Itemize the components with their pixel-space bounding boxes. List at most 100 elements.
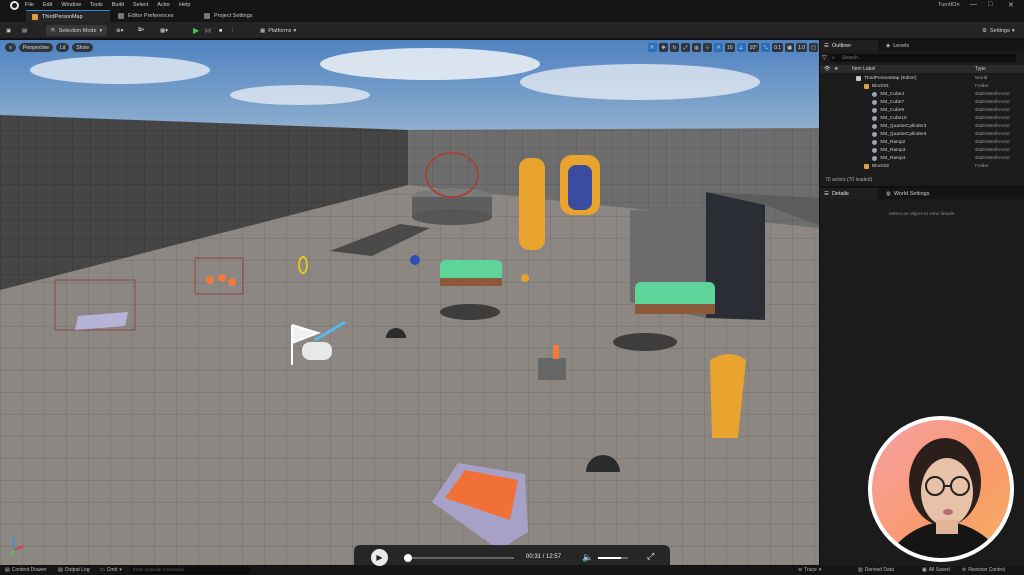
platforms-dropdown[interactable]: ▦ Platforms ▾ (260, 25, 296, 36)
fullscreen-icon[interactable]: ⤢ (647, 551, 654, 562)
tab-details[interactable]: ☰ Details (820, 188, 878, 199)
outliner-row[interactable]: SM_Cube7 StaticMeshActor (820, 98, 1024, 106)
outliner-row[interactable]: SM_Cube10 StaticMeshActor (820, 114, 1024, 122)
viewport-toolbar-left: ≡ Perspective Lit Show (5, 43, 93, 52)
outliner-row[interactable]: SM_Ramp4 StaticMeshActor (820, 154, 1024, 162)
output-log-button[interactable]: ▤ Output Log (58, 567, 89, 573)
item-label-column[interactable]: Item Label (852, 66, 875, 72)
cinematics-icon[interactable]: ▦▾ (160, 25, 168, 36)
outliner-row-label: SM_Ramp2 (872, 139, 905, 145)
menu-help[interactable]: Help (179, 2, 190, 8)
outliner-row[interactable]: SM_QuarterCylinder6 StaticMeshActor (820, 130, 1024, 138)
select-tool-icon[interactable]: ⇱ (648, 43, 657, 52)
tab-world-settings[interactable]: ◍ World Settings (882, 188, 952, 199)
volume-slider[interactable] (598, 557, 628, 559)
tab-label: ThirdPersonMap (42, 13, 83, 20)
maximize-viewport-icon[interactable]: ▢ (809, 43, 819, 52)
scrub-handle[interactable] (404, 554, 413, 562)
volume-icon[interactable]: 🔈 (582, 552, 593, 563)
menu-edit[interactable]: Edit (43, 2, 52, 8)
outliner-icon: ☰ (824, 42, 829, 49)
translate-tool-icon[interactable]: ✥ (659, 43, 668, 52)
video-play-button[interactable]: ▶ (371, 549, 388, 566)
tab-thirdpersonmap[interactable]: ThirdPersonMap (26, 10, 110, 22)
terminal-icon: ▭ (100, 567, 105, 573)
tab-editor-preferences[interactable]: Editor Preferences (112, 10, 196, 22)
mesh-icon (872, 115, 877, 121)
project-name: TurnItOn (938, 2, 960, 8)
filter-icon[interactable]: ▽ (822, 54, 827, 61)
menu-tools[interactable]: Tools (90, 2, 103, 8)
outliner-row[interactable]: Block02 Folder (820, 162, 1024, 170)
selection-mode-dropdown[interactable]: ⇱ Selection Mode ▾ (46, 25, 108, 36)
camera-speed-value[interactable]: 1.0 (796, 43, 808, 52)
tab-project-settings[interactable]: Project Settings (198, 10, 278, 22)
world-settings-label: World Settings (893, 190, 930, 197)
outliner-search-input[interactable]: Search... (830, 54, 1016, 62)
trace-button[interactable]: ≋ Trace ▾ (798, 567, 821, 573)
outliner-row[interactable]: SM_QuarterCylinder3 StaticMeshActor (820, 122, 1024, 130)
minimize-button[interactable]: — (970, 1, 977, 8)
all-saved-button[interactable]: ▣ All Saved (922, 567, 950, 573)
video-scrubber[interactable] (404, 554, 514, 562)
cmd-dropdown[interactable]: ▭ Cmd ▾ (100, 567, 122, 573)
scale-snap-value[interactable]: 0.1 (772, 43, 784, 52)
outliner-row[interactable]: SM_Ramp2 StaticMeshActor (820, 138, 1024, 146)
outliner-row-label: SM_Ramp4 (872, 155, 905, 161)
menu-window[interactable]: Window (61, 2, 81, 8)
derived-data-label: Derived Data (864, 567, 894, 573)
scene-render[interactable] (0, 40, 819, 565)
camera-speed-icon[interactable]: ▣ (785, 43, 795, 52)
all-saved-label: All Saved (928, 567, 950, 573)
content-browser-icon[interactable]: ▤ (22, 25, 27, 36)
scale-snap-toggle[interactable]: ⤡ (761, 43, 771, 52)
type-column[interactable]: Type (975, 66, 986, 72)
stop-button[interactable]: ■ (219, 25, 222, 36)
tab-levels[interactable]: ◈ Levels (882, 40, 932, 51)
outliner-row[interactable]: SM_Cube4 StaticMeshActor (820, 90, 1024, 98)
outliner-row-label: Block01 (864, 83, 889, 89)
menu-actor[interactable]: Actor (157, 2, 170, 8)
lit-button[interactable]: Lit (56, 43, 70, 52)
menu-file[interactable]: File (25, 2, 34, 8)
derived-data-button[interactable]: ▥ Derived Data (858, 567, 894, 573)
show-button[interactable]: Show (72, 43, 93, 52)
menu-build[interactable]: Build (112, 2, 124, 8)
add-actor-icon[interactable]: ⊕▾ (116, 25, 123, 36)
outliner-row[interactable]: ThirdPersonMap (Editor) World (820, 74, 1024, 82)
rotation-snap-value[interactable]: 10° (747, 43, 760, 52)
tab-outliner[interactable]: ☰ Outliner (820, 40, 878, 51)
rotation-snap-toggle[interactable]: ∠ (736, 43, 746, 52)
perspective-button[interactable]: Perspective (18, 43, 54, 52)
volume-fill (598, 557, 621, 559)
outliner-row[interactable]: SM_Ramp3 StaticMeshActor (820, 146, 1024, 154)
status-bar: ▤ Content Drawer ▤ Output Log ▭ Cmd ▾ Enter … (0, 566, 1024, 575)
surface-snap-icon[interactable]: ⊹ (703, 43, 712, 52)
outliner-row[interactable]: SM_Cube9 StaticMeshActor (820, 106, 1024, 114)
blue-orb (410, 255, 420, 265)
content-drawer-button[interactable]: ▤ Content Drawer (5, 567, 47, 573)
lever-object (538, 358, 566, 380)
world-space-icon[interactable]: ◍ (692, 43, 701, 52)
row-label-text: ThirdPersonMap (Editor) (864, 75, 917, 81)
play-options-button[interactable]: ⋮ (230, 25, 236, 36)
viewport-menu-button[interactable]: ≡ (5, 43, 16, 52)
unreal-logo-icon[interactable] (10, 0, 19, 10)
grid-snap-toggle[interactable]: # (714, 43, 723, 52)
save-icon[interactable]: ▣ (6, 25, 11, 36)
menu-select[interactable]: Select (133, 2, 148, 8)
presenter-webcam (868, 416, 1014, 562)
level-viewport[interactable] (0, 40, 819, 565)
grid-snap-value[interactable]: 10 (725, 43, 735, 52)
scale-tool-icon[interactable]: ⤢ (681, 43, 690, 52)
maximize-button[interactable]: □ (988, 1, 992, 8)
step-button[interactable]: ▷| (205, 25, 211, 36)
revision-control-button[interactable]: ⊘ Revision Control (962, 567, 1005, 573)
play-button[interactable]: ▶ (193, 25, 199, 36)
blueprint-icon[interactable]: ⧉▾ (138, 25, 144, 36)
console-command-input[interactable]: Enter Console Command (130, 567, 250, 574)
settings-button[interactable]: ⚙ Settings ▾ (982, 25, 1015, 36)
outliner-row[interactable]: Block01 Folder (820, 82, 1024, 90)
rotate-tool-icon[interactable]: ↻ (670, 43, 679, 52)
close-button[interactable]: ✕ (1008, 1, 1014, 9)
